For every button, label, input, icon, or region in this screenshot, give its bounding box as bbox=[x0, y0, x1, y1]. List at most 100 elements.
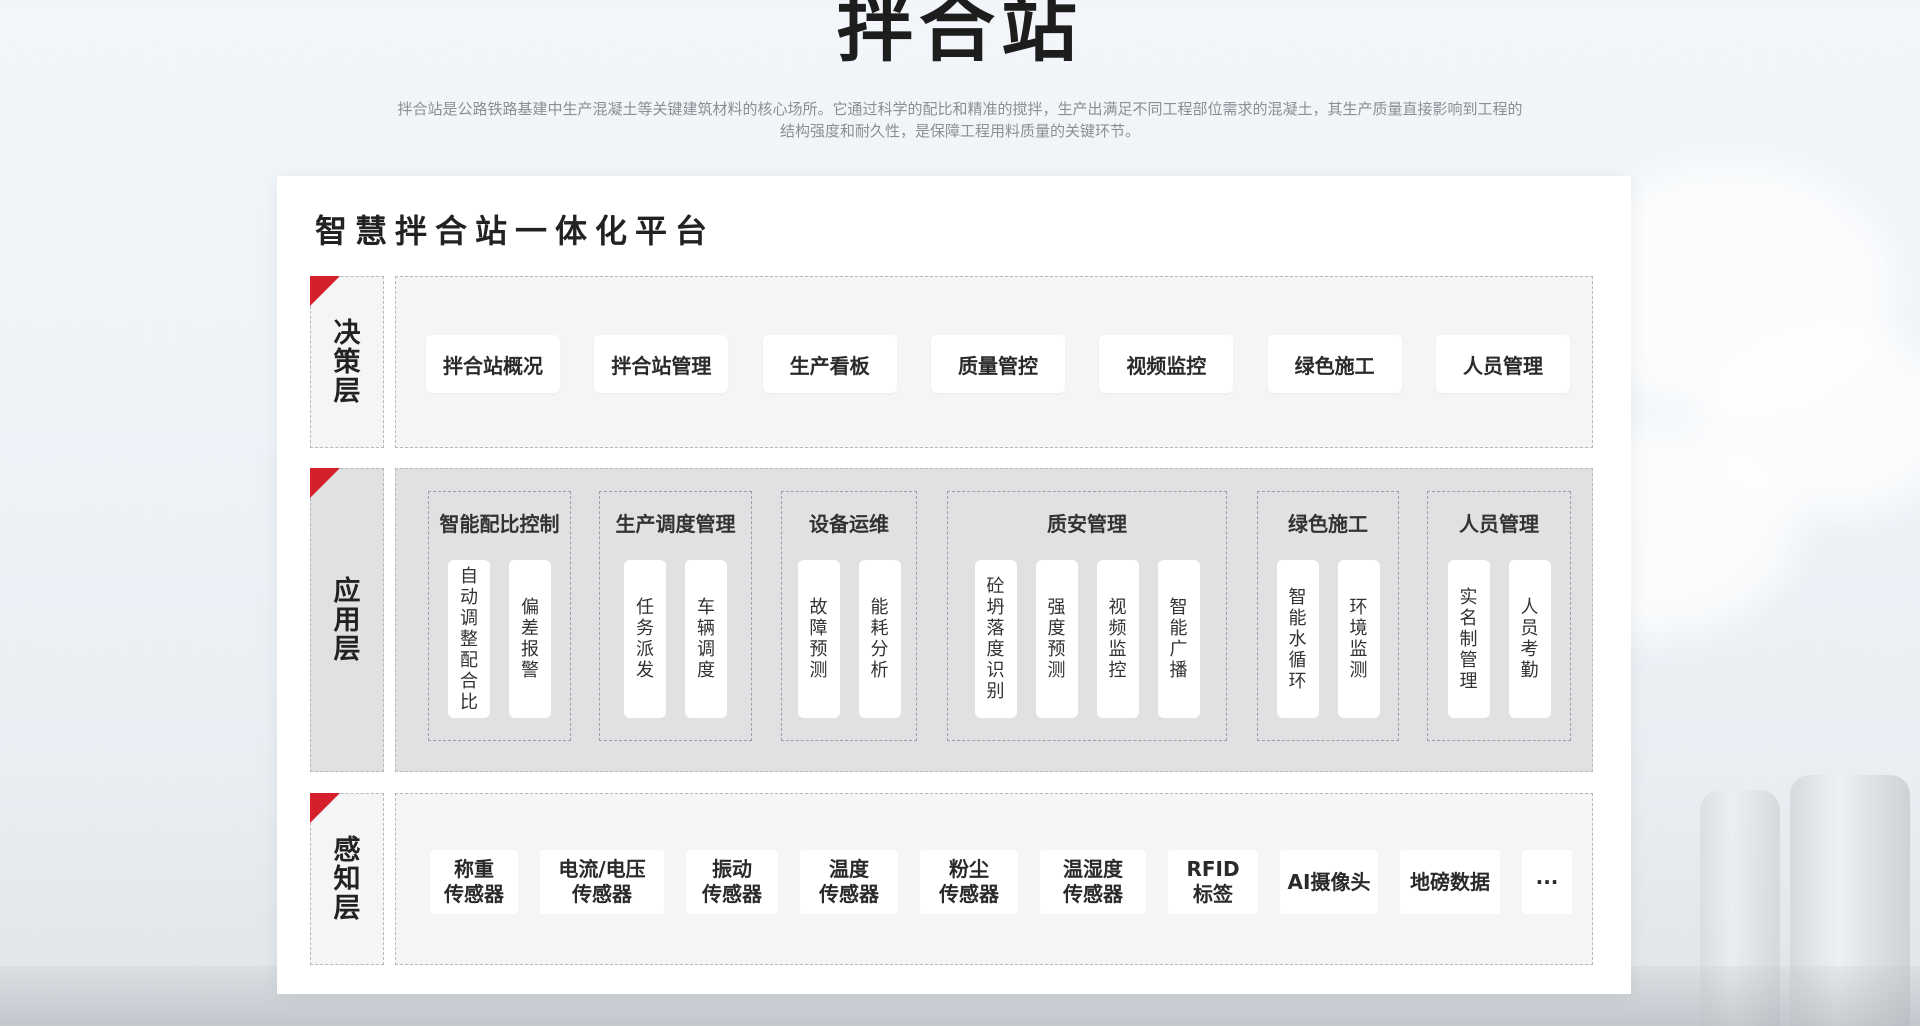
application-item[interactable]: 故障预测 bbox=[797, 560, 840, 718]
application-item-label: 智能水循环 bbox=[1288, 586, 1307, 692]
perception-item-line1: 粉尘 bbox=[949, 857, 989, 881]
application-group-items: 砼坍落度识别 强度预测 视频监控 智能广播 bbox=[948, 560, 1226, 718]
perception-item[interactable]: 温度 传感器 bbox=[800, 850, 898, 914]
decision-layer-body: 拌合站概况 拌合站管理 生产看板 质量管控 视频监控 绿色施工 人员管理 bbox=[395, 276, 1593, 448]
perception-item-line2: 传感器 bbox=[702, 882, 762, 906]
decision-item[interactable]: 生产看板 bbox=[762, 335, 897, 393]
application-group: 智能配比控制 自动调整配合比 偏差报警 bbox=[428, 491, 571, 741]
perception-item-line2: 传感器 bbox=[1063, 882, 1123, 906]
application-item-label: 视频监控 bbox=[1108, 597, 1127, 681]
application-group-title: 人员管理 bbox=[1459, 512, 1539, 536]
perception-layer-label: 感知层 bbox=[310, 793, 384, 965]
application-item[interactable]: 能耗分析 bbox=[858, 560, 901, 718]
application-group: 设备运维故障预测 能耗分析 bbox=[781, 491, 917, 741]
application-group-items: 智能水循环 环境监测 bbox=[1258, 560, 1398, 718]
perception-item-label: 电流/电压 传感器 bbox=[558, 857, 645, 907]
application-layer-body: 智能配比控制 自动调整配合比 偏差报警 生产调度管理 任务派发 车辆调度 设备运维 故障预测 能… bbox=[395, 468, 1593, 772]
application-item-label: 自动调整配合比 bbox=[460, 565, 478, 713]
application-group-items: 故障预测 能耗分析 bbox=[782, 560, 916, 718]
application-item-label: 能耗分析 bbox=[870, 597, 889, 681]
perception-item-label: ··· bbox=[1536, 870, 1559, 895]
application-group: 绿色施工智能水循环 环境监测 bbox=[1257, 491, 1399, 741]
application-item-label: 车辆调度 bbox=[697, 597, 715, 681]
page-description: 拌合站是公路铁路基建中生产混凝土等关键建筑材料的核心场所。它通过科学的配比和精准… bbox=[340, 98, 1580, 142]
application-group: 生产调度管理任务派发 车辆调度 bbox=[599, 491, 752, 741]
application-item[interactable]: 智能广播 bbox=[1157, 560, 1200, 718]
perception-item-line1: 振动 bbox=[712, 857, 752, 881]
perception-item-line1: AI摄像头 bbox=[1287, 869, 1371, 894]
perception-item[interactable]: 粉尘 传感器 bbox=[920, 850, 1018, 914]
decision-item[interactable]: 拌合站概况 bbox=[426, 335, 560, 393]
application-item[interactable]: 偏差报警 bbox=[509, 560, 551, 718]
application-item[interactable]: 视频监控 bbox=[1096, 560, 1139, 718]
application-item-label: 偏差报警 bbox=[521, 597, 539, 681]
application-item-label: 智能广播 bbox=[1169, 597, 1188, 681]
decision-items: 拌合站概况 拌合站管理 生产看板 质量管控 视频监控 绿色施工 人员管理 bbox=[426, 335, 1570, 393]
application-group-title: 绿色施工 bbox=[1288, 512, 1368, 536]
application-group: 人员管理实名制管理 人员考勤 bbox=[1427, 491, 1571, 741]
application-group-items: 实名制管理 人员考勤 bbox=[1428, 560, 1570, 718]
decision-item[interactable]: 人员管理 bbox=[1435, 335, 1570, 393]
application-group-items: 自动调整配合比 偏差报警 bbox=[429, 560, 570, 718]
application-item[interactable]: 环境监测 bbox=[1337, 560, 1380, 718]
perception-item-line1: 温度 bbox=[829, 857, 869, 881]
perception-item[interactable]: 地磅数据 bbox=[1400, 850, 1500, 914]
application-item[interactable]: 自动调整配合比 bbox=[448, 560, 490, 718]
perception-item-line2: 传感器 bbox=[819, 882, 879, 906]
application-item-label: 强度预测 bbox=[1047, 597, 1066, 681]
perception-item-line2: 传感器 bbox=[444, 882, 504, 906]
application-group-items: 任务派发 车辆调度 bbox=[600, 560, 751, 718]
application-item[interactable]: 人员考勤 bbox=[1508, 560, 1551, 718]
perception-item[interactable]: 温湿度 传感器 bbox=[1040, 850, 1146, 914]
perception-item-line1: 电流/电压 bbox=[558, 857, 646, 881]
application-item-label: 砼坍落度识别 bbox=[986, 576, 1005, 702]
application-item[interactable]: 强度预测 bbox=[1035, 560, 1078, 718]
application-group-title: 生产调度管理 bbox=[615, 512, 736, 536]
layer-corner-marker bbox=[310, 276, 340, 306]
page-description-line: 结构强度和耐久性，是保障工程用料质量的关键环节。 bbox=[779, 122, 1140, 140]
decision-item[interactable]: 绿色施工 bbox=[1267, 335, 1402, 393]
decision-layer-label: 决策层 bbox=[310, 276, 384, 448]
application-group-title: 设备运维 bbox=[809, 512, 889, 536]
decision-item[interactable]: 视频监控 bbox=[1099, 335, 1234, 393]
perception-item-label: 粉尘 传感器 bbox=[939, 857, 999, 907]
perception-item[interactable]: 电流/电压 传感器 bbox=[540, 850, 664, 914]
perception-item-label: 温度 传感器 bbox=[819, 857, 879, 907]
perception-item-line1: 称重 bbox=[454, 857, 494, 881]
perception-item[interactable]: RFID 标签 bbox=[1168, 850, 1258, 914]
application-item-label: 环境监测 bbox=[1349, 597, 1368, 681]
application-item[interactable]: 任务派发 bbox=[624, 560, 666, 718]
perception-item-line1: ··· bbox=[1535, 869, 1559, 894]
perception-item[interactable]: 称重 传感器 bbox=[430, 850, 518, 914]
application-item-label: 实名制管理 bbox=[1459, 586, 1478, 692]
perception-item-line2: 传感器 bbox=[572, 882, 632, 906]
decision-item[interactable]: 质量管控 bbox=[930, 335, 1065, 393]
application-layer-label-text: 应用层 bbox=[333, 575, 361, 665]
application-item[interactable]: 实名制管理 bbox=[1447, 560, 1490, 718]
perception-item-label: RFID 标签 bbox=[1186, 857, 1239, 907]
perception-item-line2: 标签 bbox=[1192, 882, 1233, 906]
decision-layer-label-text: 决策层 bbox=[333, 317, 361, 407]
layer-corner-marker bbox=[310, 468, 340, 498]
perception-item-label: 温湿度 传感器 bbox=[1063, 857, 1123, 907]
perception-item-line2: 传感器 bbox=[939, 882, 999, 906]
perception-item-line1: 温湿度 bbox=[1063, 857, 1123, 881]
application-group: 质安管理砼坍落度识别 强度预测 视频监控 智能广播 bbox=[947, 491, 1227, 741]
perception-item-label: AI摄像头 bbox=[1288, 870, 1371, 895]
perception-item-label: 称重 传感器 bbox=[444, 857, 504, 907]
page-description-line: 拌合站是公路铁路基建中生产混凝土等关键建筑材料的核心场所。它通过科学的配比和精准… bbox=[397, 100, 1523, 118]
application-item[interactable]: 智能水循环 bbox=[1276, 560, 1319, 718]
page-title: 拌合站 bbox=[837, 0, 1083, 72]
application-layer-label: 应用层 bbox=[310, 468, 384, 772]
perception-layer-body: 称重 传感器 电流/电压 传感器 振动 传感器 温度 传感器 粉尘 传感器 温湿度 传感器 RFID 标签… bbox=[395, 793, 1593, 965]
application-item[interactable]: 砼坍落度识别 bbox=[974, 560, 1017, 718]
perception-item-label: 振动 传感器 bbox=[702, 857, 762, 907]
application-item-label: 故障预测 bbox=[809, 597, 828, 681]
perception-item[interactable]: AI摄像头 bbox=[1280, 850, 1378, 914]
decision-item[interactable]: 拌合站管理 bbox=[594, 335, 729, 393]
application-item[interactable]: 车辆调度 bbox=[685, 560, 727, 718]
perception-item[interactable]: 振动 传感器 bbox=[686, 850, 778, 914]
perception-item[interactable]: ··· bbox=[1522, 850, 1572, 914]
perception-items: 称重 传感器 电流/电压 传感器 振动 传感器 温度 传感器 粉尘 传感器 温湿度 传感器 RFID 标签… bbox=[430, 850, 1572, 914]
application-group-title: 质安管理 bbox=[1047, 512, 1127, 536]
